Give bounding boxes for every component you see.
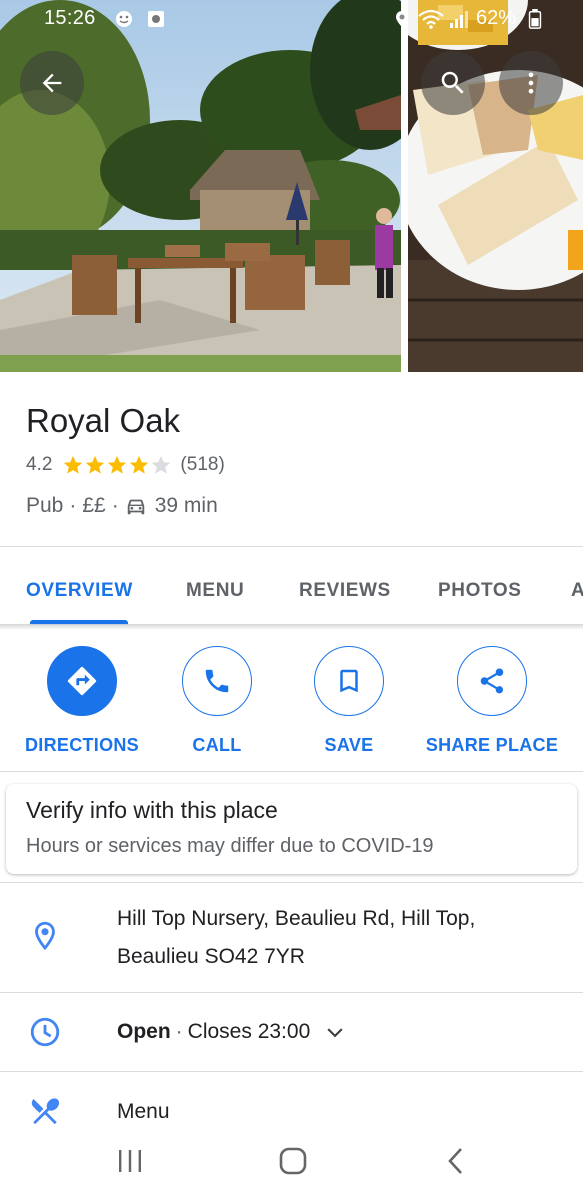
tab-bar: OVERVIEW MENU REVIEWS PHOTOS A xyxy=(0,547,583,625)
notification-icon xyxy=(116,11,132,27)
phone-icon xyxy=(205,669,229,693)
review-count: (518) xyxy=(180,454,225,475)
menu-row[interactable]: Menu xyxy=(0,1072,583,1128)
clock-icon xyxy=(30,1017,60,1047)
star-full-icon xyxy=(86,455,105,474)
signal-icon xyxy=(450,11,468,28)
address-text: Hill Top Nursery, Beaulieu Rd, Hill Top,… xyxy=(117,900,475,976)
back-nav-icon[interactable] xyxy=(444,1146,468,1176)
directions-circle[interactable] xyxy=(47,646,117,716)
share-place-label: SHARE PLACE xyxy=(425,735,559,755)
divider xyxy=(0,771,583,772)
car-icon xyxy=(127,499,144,515)
menu-link: Menu xyxy=(117,1100,170,1123)
wifi-icon xyxy=(418,9,444,29)
address-row[interactable]: Hill Top Nursery, Beaulieu Rd, Hill Top,… xyxy=(0,883,583,992)
call-circle[interactable] xyxy=(182,646,252,716)
share-icon xyxy=(480,668,504,694)
share-place-button[interactable]: SHARE PLACE xyxy=(422,646,562,756)
rating-value: 4.2 xyxy=(26,454,53,475)
photo-header[interactable] xyxy=(0,0,583,372)
separator-dot: · xyxy=(111,494,119,517)
save-circle[interactable] xyxy=(314,646,384,716)
drive-time: 39 min xyxy=(154,494,218,517)
tab-about[interactable]: A xyxy=(571,580,583,602)
action-buttons: DIRECTIONS CALL SAVE SHARE PLACE xyxy=(0,630,583,770)
search-icon xyxy=(441,71,464,94)
closing-time: Closes 23:00 xyxy=(187,1020,311,1043)
tab-overview[interactable]: OVERVIEW xyxy=(26,580,133,602)
home-icon[interactable] xyxy=(278,1146,308,1176)
covid-notice-title: Verify info with this place xyxy=(26,797,278,823)
covid-notice-card: Verify info with this place Hours or ser… xyxy=(6,784,577,874)
price-level: ££ xyxy=(82,494,106,517)
status-bar: 15:26 62% xyxy=(0,0,583,38)
star-full-icon xyxy=(130,455,149,474)
separator-dot: · xyxy=(69,494,77,517)
separator-dot: · xyxy=(175,1020,183,1043)
star-full-icon xyxy=(64,455,83,474)
bookmark-icon xyxy=(340,669,358,693)
place-meta: Pub · ££ · 39 min xyxy=(26,494,218,518)
location-status-icon xyxy=(396,11,408,27)
tab-photos[interactable]: PHOTOS xyxy=(438,580,522,602)
battery-percent: 62% xyxy=(476,7,517,29)
camera-notification-icon xyxy=(148,11,164,27)
status-time: 15:26 xyxy=(44,7,96,29)
place-header: Royal Oak 4.2 (518) Pub · ££ · 39 min xyxy=(0,372,583,546)
rating-row[interactable]: 4.2 (518) xyxy=(26,454,225,476)
battery-icon xyxy=(528,9,542,29)
save-button[interactable]: SAVE xyxy=(279,646,419,756)
search-button[interactable] xyxy=(421,51,485,115)
directions-label: DIRECTIONS xyxy=(24,735,139,755)
back-button[interactable] xyxy=(20,51,84,115)
star-rating xyxy=(62,454,172,476)
directions-button[interactable]: DIRECTIONS xyxy=(12,646,152,756)
tab-menu[interactable]: MENU xyxy=(186,580,244,602)
save-label: SAVE xyxy=(324,735,374,755)
star-full-icon xyxy=(108,455,127,474)
directions-icon xyxy=(67,666,97,696)
arrow-back-icon xyxy=(42,73,62,93)
address-line-1: Hill Top Nursery, Beaulieu Rd, Hill Top, xyxy=(117,907,476,930)
hours-row[interactable]: Open · Closes 23:00 xyxy=(0,993,583,1071)
more-vert-icon xyxy=(528,72,534,94)
chevron-down-icon[interactable] xyxy=(322,1019,348,1045)
tab-reviews[interactable]: REVIEWS xyxy=(299,580,391,602)
system-nav-bar xyxy=(0,1128,583,1200)
place-title: Royal Oak xyxy=(26,402,181,439)
star-empty-icon xyxy=(152,455,171,474)
recent-apps-icon[interactable] xyxy=(116,1148,144,1174)
call-label: CALL xyxy=(192,735,242,755)
address-line-2: Beaulieu SO42 7YR xyxy=(117,945,305,968)
covid-notice-subtitle: Hours or services may differ due to COVI… xyxy=(26,835,434,857)
place-category: Pub xyxy=(26,494,64,517)
open-status: Open xyxy=(117,1020,171,1043)
call-button[interactable]: CALL xyxy=(147,646,287,756)
hours-text: Open · Closes 23:00 xyxy=(117,1013,348,1051)
more-options-button[interactable] xyxy=(499,51,563,115)
location-pin-icon xyxy=(35,921,55,951)
share-circle[interactable] xyxy=(457,646,527,716)
cutlery-icon xyxy=(31,1098,60,1125)
